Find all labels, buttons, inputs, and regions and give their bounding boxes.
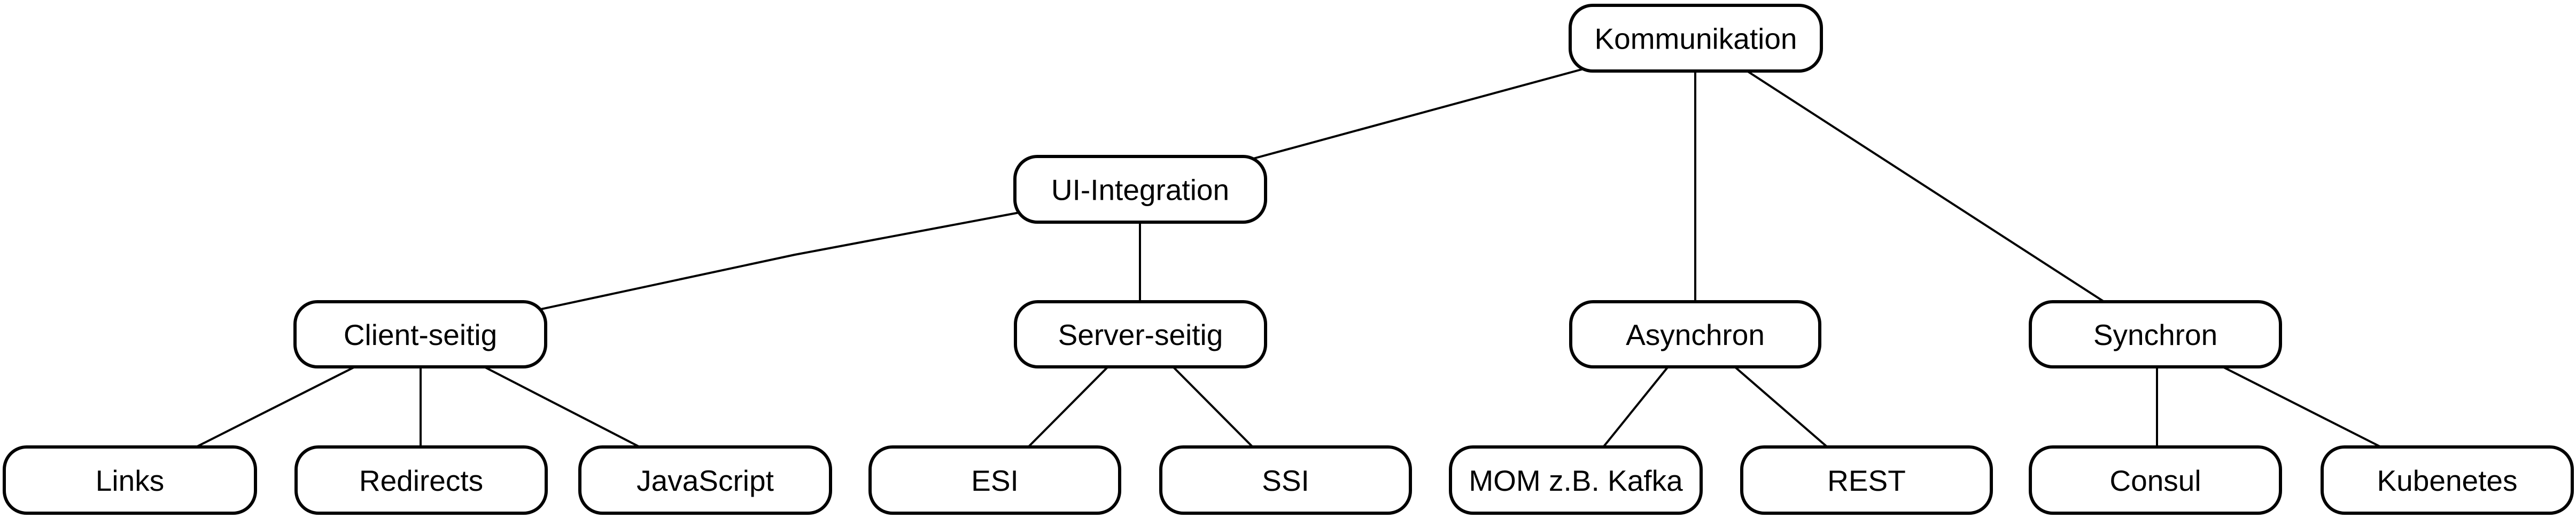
node-label: Server-seitig xyxy=(1058,318,1223,351)
node-kommunikation[interactable]: Kommunikation xyxy=(1569,4,1823,73)
node-ui-integration[interactable]: UI-Integration xyxy=(1013,155,1267,224)
node-label: Redirects xyxy=(359,464,483,497)
node-label: Links xyxy=(96,464,164,497)
nodes-layer: Kommunikation UI-Integration Client-seitig… xyxy=(3,4,2574,515)
node-ssi[interactable]: SSI xyxy=(1159,445,1412,515)
edge-kommunikation-to-ui-integration xyxy=(1253,68,1584,160)
node-label: UI-Integration xyxy=(1051,174,1229,207)
edge-client-seitig-to-links xyxy=(196,366,355,448)
tree-diagram: Kommunikation UI-Integration Client-seitig… xyxy=(0,0,2576,518)
node-server-seitig[interactable]: Server-seitig xyxy=(1014,300,1267,368)
node-label: REST xyxy=(1827,464,1906,497)
edge-asynchron-to-mom-kafka xyxy=(1602,366,1669,448)
edges-layer xyxy=(196,68,2381,448)
edge-ui-integration-to-client-seitig xyxy=(540,211,1020,310)
node-redirects[interactable]: Redirects xyxy=(294,445,548,515)
node-consul[interactable]: Consul xyxy=(2029,445,2282,515)
edge-server-seitig-to-ssi xyxy=(1173,366,1254,448)
edge-asynchron-to-rest xyxy=(1734,366,1828,448)
node-label: MOM z.B. Kafka xyxy=(1469,464,1683,497)
edge-client-seitig-to-javascript xyxy=(484,366,640,448)
node-javascript[interactable]: JavaScript xyxy=(578,445,832,515)
node-synchron[interactable]: Synchron xyxy=(2029,300,2282,368)
node-mom-kafka[interactable]: MOM z.B. Kafka xyxy=(1449,445,1703,515)
node-label: Kommunikation xyxy=(1594,22,1797,56)
node-label: JavaScript xyxy=(637,464,774,497)
node-label: ESI xyxy=(971,464,1019,497)
node-asynchron[interactable]: Asynchron xyxy=(1569,300,1821,368)
node-kubenetes[interactable]: Kubenetes xyxy=(2321,445,2574,515)
node-label: Kubenetes xyxy=(2377,464,2518,497)
edge-synchron-to-kubenetes xyxy=(2222,366,2381,448)
node-label: Asynchron xyxy=(1626,318,1765,351)
node-rest[interactable]: REST xyxy=(1740,445,1993,515)
node-links[interactable]: Links xyxy=(3,445,257,515)
diagram-canvas: Kommunikation UI-Integration Client-seitig… xyxy=(3,4,2574,515)
node-label: Consul xyxy=(2109,464,2201,497)
node-label: SSI xyxy=(1262,464,1309,497)
node-client-seitig[interactable]: Client-seitig xyxy=(293,300,547,368)
node-esi[interactable]: ESI xyxy=(868,445,1121,515)
node-label: Synchron xyxy=(2093,318,2217,351)
node-label: Client-seitig xyxy=(344,318,497,351)
edge-server-seitig-to-esi xyxy=(1027,366,1108,448)
edge-kommunikation-to-synchron xyxy=(1746,70,2105,303)
